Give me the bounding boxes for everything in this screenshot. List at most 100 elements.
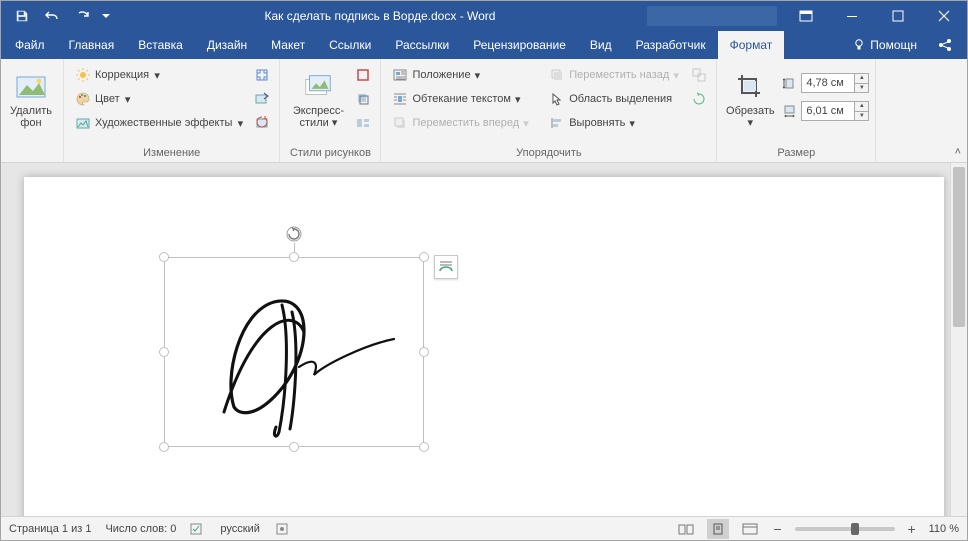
width-input[interactable]: 6,01 см xyxy=(801,101,855,121)
maximize-button[interactable] xyxy=(875,1,921,31)
group-styles-label: Стили рисунков xyxy=(286,145,374,162)
read-mode-button[interactable] xyxy=(675,519,697,539)
reset-icon xyxy=(255,116,269,130)
picture-border-button[interactable] xyxy=(352,64,374,86)
resize-handle-se[interactable] xyxy=(419,442,429,452)
width-up[interactable]: ▲ xyxy=(855,102,868,112)
print-layout-button[interactable] xyxy=(707,519,729,539)
tab-insert[interactable]: Вставка xyxy=(126,31,195,59)
crop-label: Обрезать xyxy=(726,105,775,117)
zoom-out-button[interactable]: − xyxy=(771,521,785,537)
rotate-handle[interactable] xyxy=(285,225,303,243)
tab-mailings[interactable]: Рассылки xyxy=(383,31,461,59)
macro-recording-icon[interactable] xyxy=(274,521,290,537)
height-down[interactable]: ▼ xyxy=(855,84,868,93)
picture-layout-button[interactable] xyxy=(352,112,374,134)
width-down[interactable]: ▼ xyxy=(855,112,868,121)
scrollbar-thumb[interactable] xyxy=(953,167,965,327)
tab-developer[interactable]: Разработчик xyxy=(624,31,718,59)
selection-pane-button[interactable]: Область выделения xyxy=(544,88,686,110)
bring-forward-button: Переместить вперед▾ xyxy=(387,112,536,134)
picture-styles-button[interactable]: Экспресс-стили ▾ xyxy=(286,62,350,138)
resize-handle-sw[interactable] xyxy=(159,442,169,452)
effects-icon xyxy=(356,92,370,106)
resize-handle-s[interactable] xyxy=(289,442,299,452)
resize-handle-w[interactable] xyxy=(159,347,169,357)
tab-design[interactable]: Дизайн xyxy=(195,31,259,59)
minimize-button[interactable] xyxy=(829,1,875,31)
pic-layout-icon xyxy=(356,116,370,130)
align-label: Выровнять xyxy=(569,117,625,129)
page[interactable] xyxy=(24,177,944,516)
vertical-scrollbar[interactable] xyxy=(950,163,967,516)
zoom-slider-thumb[interactable] xyxy=(851,523,859,535)
zoom-in-button[interactable]: + xyxy=(905,521,919,537)
redo-button[interactable] xyxy=(69,3,95,29)
change-picture-button[interactable] xyxy=(251,88,273,110)
resize-handle-n[interactable] xyxy=(289,252,299,262)
web-layout-button[interactable] xyxy=(739,519,761,539)
tell-me-search[interactable]: Помощн xyxy=(844,38,925,52)
minimize-icon xyxy=(846,10,858,22)
forward-icon xyxy=(392,115,408,131)
color-label: Цвет xyxy=(95,93,120,105)
position-button[interactable]: Положение▾ xyxy=(387,64,536,86)
rotate-button[interactable] xyxy=(688,88,710,110)
zoom-slider[interactable] xyxy=(795,527,895,531)
height-up[interactable]: ▲ xyxy=(855,74,868,84)
chevron-down-icon: ▾ xyxy=(629,117,637,130)
remove-background-button[interactable]: Удалитьфон xyxy=(5,62,57,138)
qat-customize-button[interactable] xyxy=(99,3,113,29)
resize-handle-e[interactable] xyxy=(419,347,429,357)
close-button[interactable] xyxy=(921,1,967,31)
rotate-handle-icon xyxy=(285,225,303,243)
status-word-count[interactable]: Число слов: 0 xyxy=(105,523,176,535)
height-input[interactable]: 4,78 см xyxy=(801,73,855,93)
crop-button[interactable]: Обрезать▾ xyxy=(723,62,777,138)
tab-home[interactable]: Главная xyxy=(57,31,127,59)
position-label: Положение xyxy=(412,69,470,81)
resize-handle-nw[interactable] xyxy=(159,252,169,262)
zoom-level[interactable]: 110 % xyxy=(929,523,959,535)
save-button[interactable] xyxy=(9,3,35,29)
document-area xyxy=(1,163,967,516)
compress-icon xyxy=(255,68,269,82)
ribbon-display-options-button[interactable] xyxy=(783,1,829,31)
layout-options-button[interactable] xyxy=(434,255,458,279)
group-arrange-label: Упорядочить xyxy=(387,145,710,162)
group-background-label xyxy=(5,145,57,162)
status-page[interactable]: Страница 1 из 1 xyxy=(9,523,91,535)
resize-handle-ne[interactable] xyxy=(419,252,429,262)
chevron-down-icon: ▾ xyxy=(523,117,531,130)
artistic-effects-button[interactable]: Художественные эффекты▾ xyxy=(70,112,249,134)
collapse-ribbon-button[interactable]: ˄ xyxy=(955,146,961,158)
spellcheck-icon[interactable] xyxy=(190,521,206,537)
color-button[interactable]: Цвет▾ xyxy=(70,88,249,110)
maximize-icon xyxy=(892,10,904,22)
share-button[interactable] xyxy=(929,38,961,52)
compress-pictures-button[interactable] xyxy=(251,64,273,86)
tab-file[interactable]: Файл xyxy=(3,31,57,59)
height-icon xyxy=(781,75,797,91)
status-language[interactable]: русский xyxy=(220,523,259,535)
chevron-down-icon: ▾ xyxy=(673,69,681,82)
backward-label: Переместить назад xyxy=(569,69,669,81)
share-icon xyxy=(937,38,953,52)
send-backward-button: Переместить назад ▾ xyxy=(544,64,686,86)
tab-references[interactable]: Ссылки xyxy=(317,31,383,59)
selection-icon xyxy=(549,91,565,107)
picture-effects-button[interactable] xyxy=(352,88,374,110)
align-button[interactable]: Выровнять ▾ xyxy=(544,112,686,134)
tab-format[interactable]: Формат xyxy=(718,31,785,59)
tab-layout[interactable]: Макет xyxy=(259,31,317,59)
wrap-text-button[interactable]: Обтекание текстом▾ xyxy=(387,88,536,110)
tab-review[interactable]: Рецензирование xyxy=(461,31,578,59)
width-icon xyxy=(781,103,797,119)
undo-button[interactable] xyxy=(39,3,65,29)
group-objects-button[interactable] xyxy=(688,64,710,86)
corrections-button[interactable]: Коррекция▾ xyxy=(70,64,249,86)
selected-picture[interactable] xyxy=(164,257,424,447)
tab-view[interactable]: Вид xyxy=(578,31,624,59)
user-account-area[interactable] xyxy=(647,6,777,26)
reset-picture-button[interactable] xyxy=(251,112,273,134)
